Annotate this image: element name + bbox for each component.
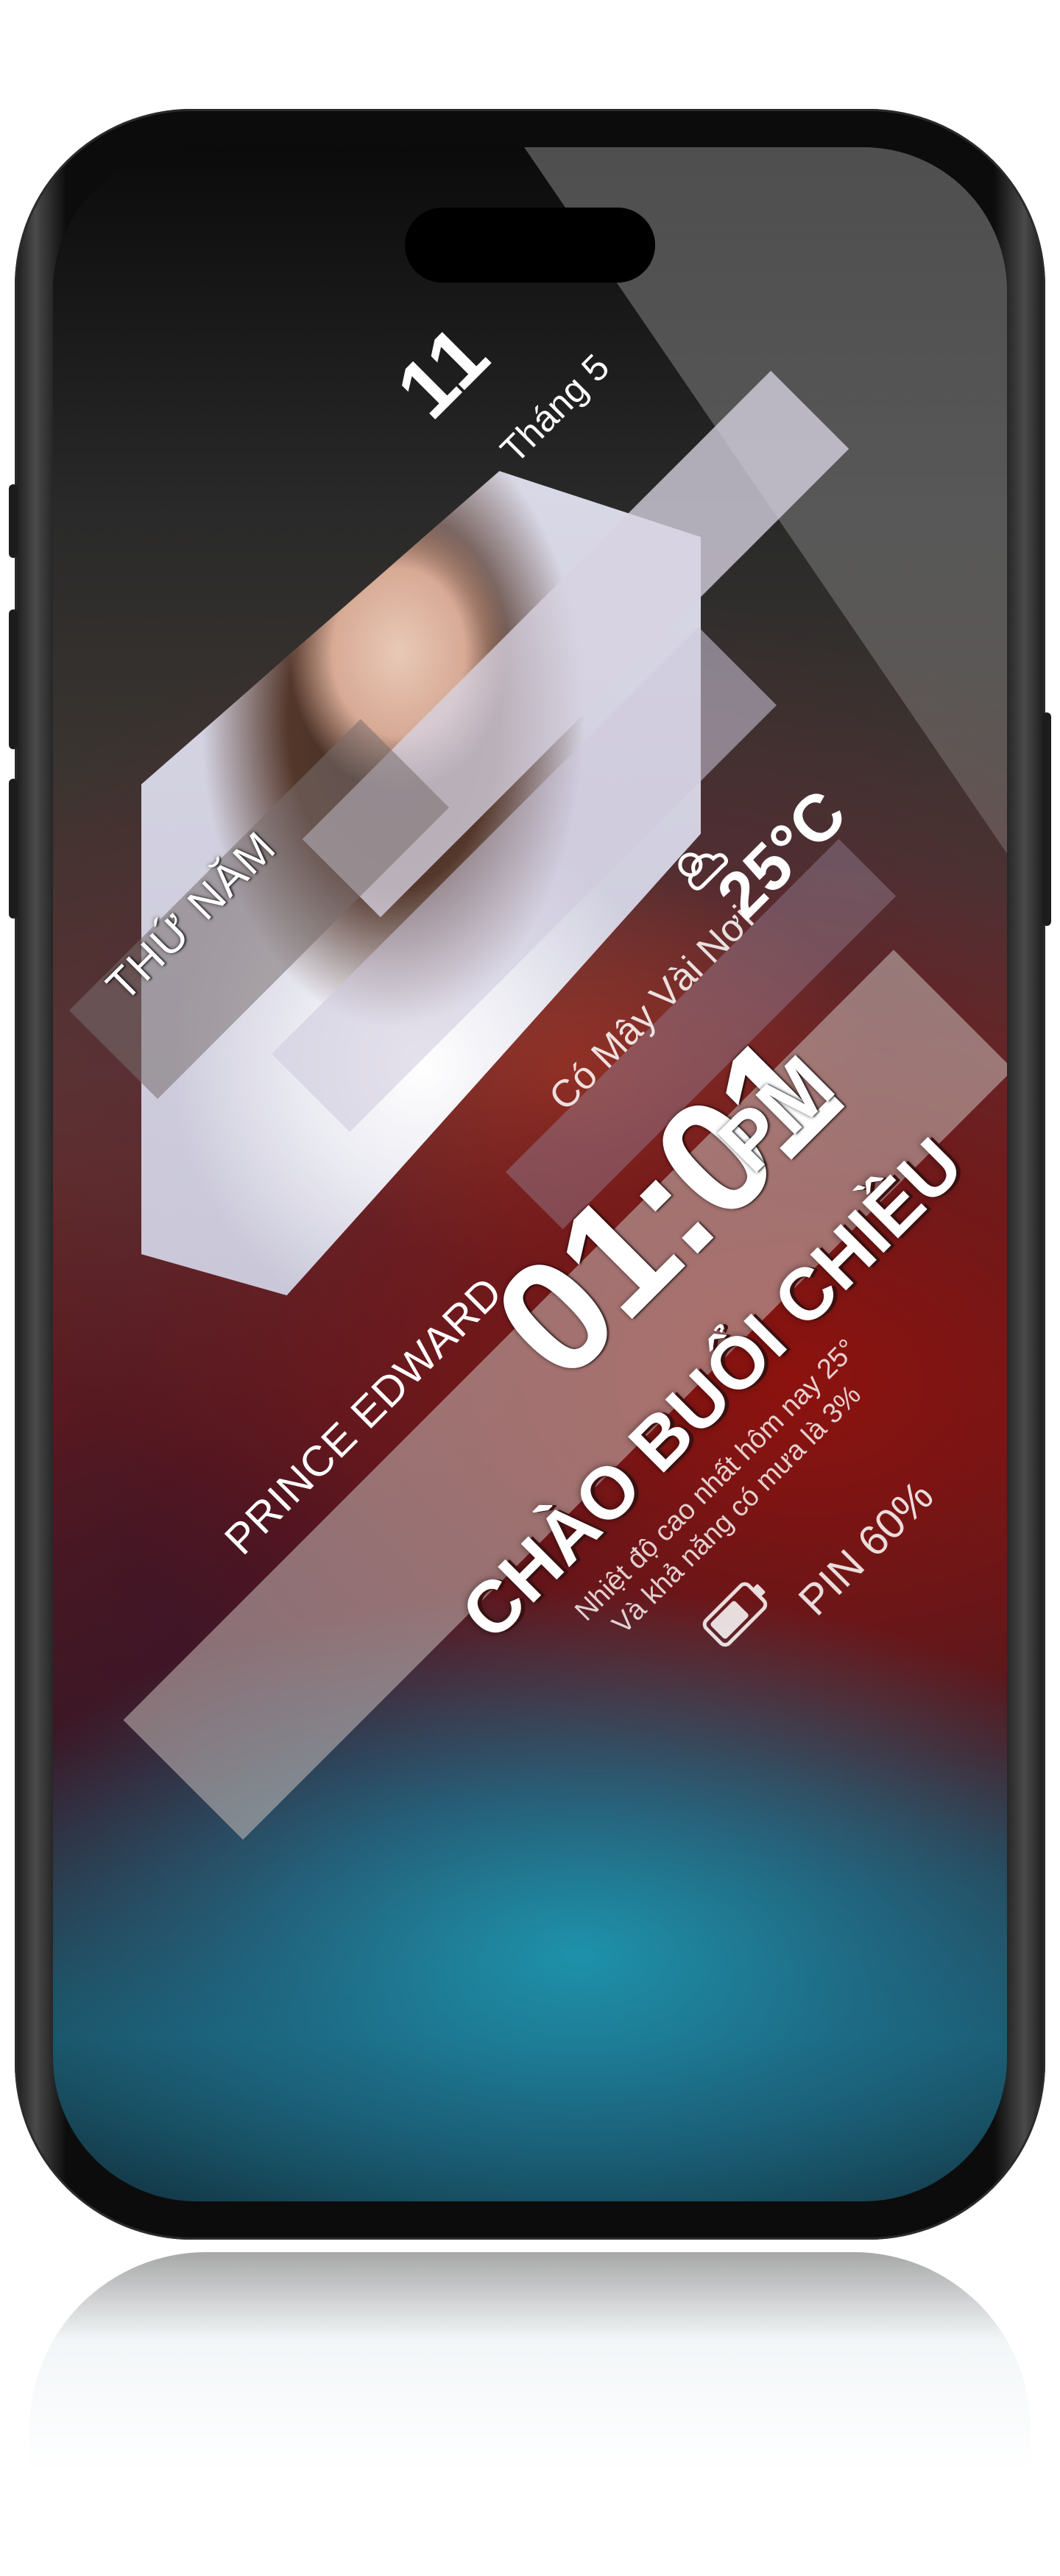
lock-screen: 11 Tháng 5 THỨ NĂM 25°C Có Mây Vài Nơi 0… — [53, 147, 1007, 2201]
volume-up-button[interactable] — [9, 609, 18, 749]
power-button[interactable] — [1042, 712, 1051, 926]
dynamic-island — [405, 208, 655, 283]
date-month: Tháng 5 — [492, 346, 618, 471]
volume-down-button[interactable] — [9, 779, 18, 919]
phone-frame: 11 Tháng 5 THỨ NĂM 25°C Có Mây Vài Nơi 0… — [9, 109, 1051, 2240]
battery-icon — [696, 1570, 779, 1653]
phone-reflection — [29, 2252, 1031, 2473]
date-day: 11 — [378, 308, 506, 436]
action-button[interactable] — [9, 484, 18, 558]
battery-label: PIN 60% — [789, 1471, 943, 1625]
